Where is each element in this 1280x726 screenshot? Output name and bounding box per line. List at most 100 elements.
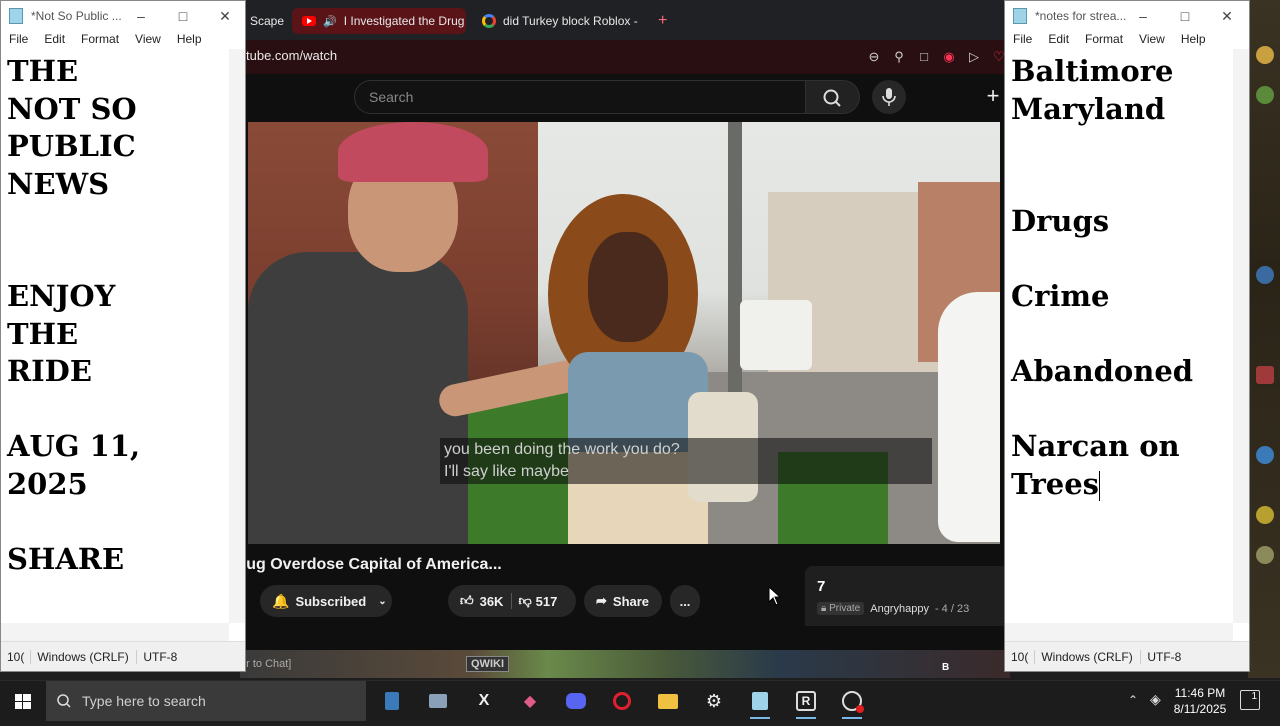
video-captions: you been doing the work you do? I'll say… [440,438,932,484]
discord-app-icon[interactable] [560,687,592,715]
menu-edit[interactable]: Edit [1040,31,1077,49]
folder-app-icon[interactable] [652,687,684,715]
subscribed-button[interactable]: 🔔 Subscribed ⌄ [260,585,392,617]
file-explorer-alt-icon[interactable] [422,687,454,715]
text-caret [1098,470,1100,501]
start-button[interactable] [0,681,46,721]
menu-help[interactable]: Help [169,31,210,49]
window-title: *Not So Public ... [31,9,122,23]
status-encoding: UTF-8 [143,649,178,664]
menu-view[interactable]: View [1131,31,1173,49]
microphone-icon [882,88,896,106]
share-button[interactable]: ➦ Share [584,585,662,617]
x-app-icon[interactable]: X [468,687,500,715]
window-title: *notes for strea... [1035,9,1127,23]
horizontal-scrollbar[interactable] [1,623,229,641]
new-tab-button[interactable]: + [648,8,672,34]
pin-icon[interactable]: ⚲ [891,49,907,65]
notifications-button[interactable]: 1 [1240,690,1260,710]
spec-orb-icon[interactable] [1256,506,1274,524]
youtube-header: Search + [240,74,1010,122]
tab-label: did Turkey block Roblox - [503,14,638,28]
obs-app-icon[interactable] [836,687,868,719]
voice-search-button[interactable] [872,80,906,114]
opera-app-icon[interactable] [606,687,638,715]
notepad-app-icon[interactable] [744,687,776,719]
title-bar[interactable]: *Not So Public ... – □ ✕ [1,1,245,31]
close-panel-icon[interactable] [1256,366,1274,384]
menu-format[interactable]: Format [1077,31,1131,49]
tray-chevron-up-icon[interactable]: ⌃ [1128,693,1138,707]
minimize-button[interactable]: – [131,6,151,26]
thumbs-down-icon: 👎︎ [518,593,532,608]
create-button[interactable]: + [980,84,1006,110]
search-button[interactable] [806,80,860,114]
woman-face [588,232,668,342]
menu-edit[interactable]: Edit [36,31,73,49]
dislike-button[interactable]: 👎︎ 517 [518,593,557,609]
world-map-icon[interactable] [1256,266,1274,284]
share-icon: ➦ [596,593,607,608]
run-orb-icon[interactable] [1256,546,1274,564]
screenshot-icon[interactable]: □ [916,49,932,65]
tab-youtube-video[interactable]: 🔊 I Investigated the Drug [292,8,466,34]
playlist-panel[interactable]: 7 🔒︎ Private Angryhappy - 4 / 23 [805,566,1010,626]
chat-hint: er to Chat] [240,658,292,670]
horizontal-scrollbar[interactable] [1005,623,1233,641]
compass-icon[interactable] [1256,86,1274,104]
close-button[interactable]: ✕ [1217,6,1237,26]
more-actions-button[interactable]: ... [670,585,700,617]
youtube-icon [302,16,316,26]
maximize-button[interactable]: □ [173,6,193,26]
close-button[interactable]: ✕ [215,6,235,26]
pocket-icon[interactable]: ◉ [941,49,957,65]
private-badge: 🔒︎ Private [817,602,865,615]
menu-view[interactable]: View [127,31,169,49]
xp-orb-icon[interactable] [1256,46,1274,64]
tab-google-search[interactable]: did Turkey block Roblox - [472,8,648,34]
like-button[interactable]: 👍︎ 36K [460,593,513,609]
system-clock[interactable]: 11:46 PM 8/11/2025 [1168,685,1232,717]
vertical-scrollbar[interactable] [1233,49,1249,623]
status-bar: 10( Windows (CRLF) UTF-8 [1,641,245,671]
video-title: rug Overdose Capital of America... [240,556,502,573]
send-icon[interactable]: ▷ [966,49,982,65]
man-figure [248,252,468,544]
tab-scape[interactable]: Scape [240,8,288,34]
settings-app-icon[interactable]: ⚙ [698,687,730,715]
menu-help[interactable]: Help [1173,31,1214,49]
vertical-scrollbar[interactable] [229,49,245,623]
notepad-window-left: *Not So Public ... – □ ✕ File Edit Forma… [0,0,246,672]
windows-logo-icon [15,694,31,709]
menu-file[interactable]: File [1005,31,1040,49]
bell-icon: 🔔 [272,592,290,609]
caption-line-2: I'll say like maybe [444,463,569,480]
menu-format[interactable]: Format [73,31,127,49]
dislike-count: 517 [535,593,558,609]
prayer-orb-icon[interactable] [1256,446,1274,464]
url-text[interactable]: tube.com/watch [246,48,337,63]
like-dislike-group: 👍︎ 36K 👎︎ 517 [448,585,576,617]
taskbar: Type here to search X ◆ ⚙ R ⌃ ◈ 11:46 PM… [0,680,1280,721]
playlist-owner[interactable]: Angryhappy [870,603,929,615]
clock-time: 11:46 PM [1174,686,1226,700]
playlist-count: 7 [817,578,826,595]
taskbar-search-box[interactable]: Type here to search [46,681,366,721]
text-editor[interactable]: THE NOT SO PUBLIC NEWS ENJOY THE RIDE AU… [1,49,229,623]
zoom-out-icon[interactable]: ⊖ [866,49,882,65]
maximize-button[interactable]: □ [1175,6,1195,26]
network-icon[interactable]: ◈ [1150,691,1161,708]
menu-file[interactable]: File [1,31,36,49]
playlist-position: - 4 / 23 [934,602,970,615]
search-icon [57,694,71,708]
qwiki-button[interactable]: QWIKI [466,656,509,672]
runelite-app-icon[interactable]: R [790,687,822,719]
brave-app-icon[interactable]: ◆ [514,687,546,715]
minimize-button[interactable]: – [1133,6,1153,26]
speaker-icon: 🔊 [323,15,337,28]
calculator-app-icon[interactable] [376,687,408,715]
video-player[interactable]: you been doing the work you do? I'll say… [248,122,1000,544]
search-input[interactable]: Search [354,80,806,114]
title-bar[interactable]: *notes for strea... – □ ✕ [1005,1,1249,31]
text-editor[interactable]: Baltimore Maryland Drugs Crime Abandoned… [1005,49,1233,623]
